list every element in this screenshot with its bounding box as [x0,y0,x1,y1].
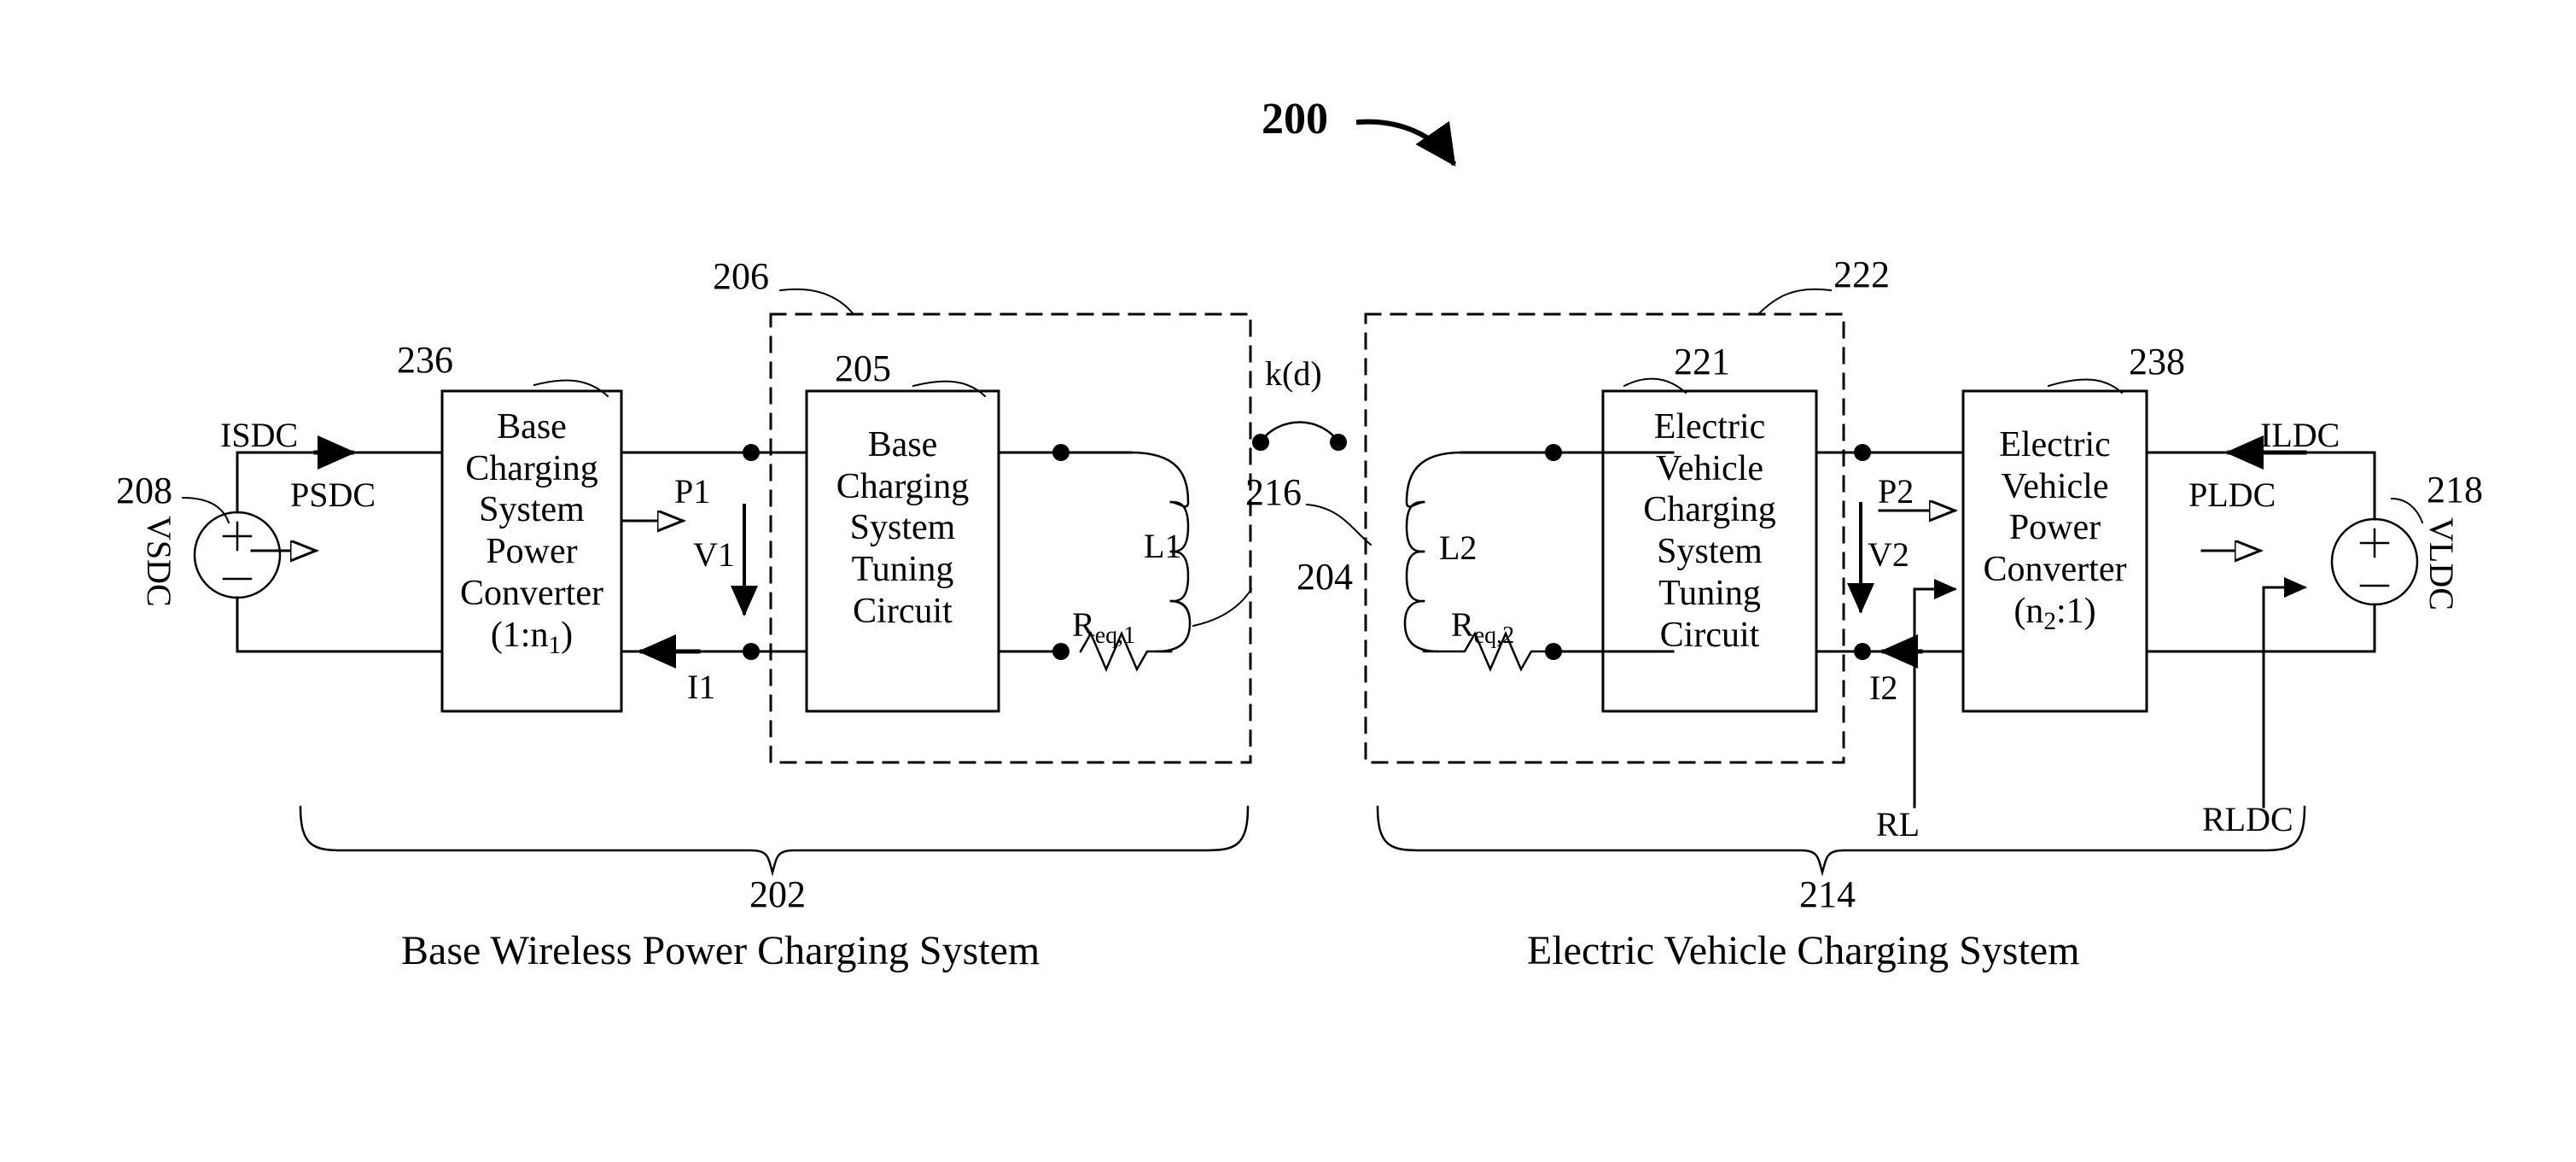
ev-power-converter-label: Electric Vehicle Power Converter (n2:1) [1963,424,2147,636]
ev-system-brace [1376,805,2306,877]
ref-numeral-202: 202 [749,873,806,915]
caption-ev-system: Electric Vehicle Charging System [1527,928,2080,973]
node-dot-evcoil-bottom [1545,643,1562,660]
vldc-plus [2359,528,2390,558]
etc-line-2: Charging [1643,490,1776,530]
ref-numeral-206: 206 [713,255,769,297]
bpc-line-1: Charging [465,448,598,488]
ref-numeral-218: 218 [2427,469,2483,511]
label-ildc: ILDC [2260,416,2340,454]
l1-coil-arc-4 [1156,599,1192,653]
rldc-leader-arrow [2262,577,2307,809]
label-vldc: VLDC [2422,517,2461,610]
label-rldc: RLDC [2202,800,2293,838]
l2-coil-arc-4 [1403,599,1439,653]
epc-line-2: Power [2008,508,2101,548]
label-psdc: PSDC [290,476,376,514]
l2-coil-arc-3 [1405,550,1425,603]
coupling-arc [1259,421,1340,443]
ref-218-leader [2390,497,2424,524]
etc-line-3: System [1657,532,1763,572]
label-rl: RL [1876,805,1920,844]
ref-numeral-204: 204 [1297,556,1353,598]
epc-line-0: Electric [1999,425,2111,464]
etc-line-4: Tuning [1658,573,1761,613]
ref-numeral-216: 216 [1245,471,1302,513]
label-vsdc: VSDC [140,516,178,607]
epc-ratio: (n2:1) [2014,591,2096,636]
figure-pointer-arrow [1355,119,1457,166]
circuit-schematic [181,119,2424,877]
epc-line-1: Vehicle [2001,466,2109,506]
label-pldc: PLDC [2188,476,2276,514]
caption-base-system: Base Wireless Power Charging System [401,928,1040,973]
ref-204-leader [1192,587,1253,628]
ev-tuning-circuit-label: Electric Vehicle Charging System Tuning … [1603,406,1816,656]
ref-numeral-236: 236 [397,339,453,381]
bpc-line-3: Power [486,532,578,572]
bpc-line-4: Converter [460,573,603,613]
btc-line-3: Tuning [851,550,954,590]
ref-numeral-222: 222 [1833,254,1890,295]
ref-numeral-214: 214 [1799,873,1856,915]
ref-206-leader [778,288,855,316]
etc-line-5: Circuit [1659,615,1760,655]
ref-222-leader [1757,288,1833,316]
base-system-brace [299,805,1250,877]
label-req2: Req,2 [1451,605,1515,649]
ref-numeral-238: 238 [2129,341,2185,382]
etc-line-0: Electric [1653,407,1766,447]
ref-numeral-221: 221 [1674,341,1730,382]
ref-numeral-205: 205 [835,347,891,389]
l2-coil-arc-2 [1405,500,1425,553]
l1-coil-arc-1 [1129,451,1190,508]
label-p2: P2 [1878,472,1915,511]
node-dot-p2-top [1854,444,1871,461]
figure-number: 200 [1262,95,1328,143]
ref-numeral-208: 208 [116,470,172,511]
base-power-converter-label: Base Charging System Power Converter (1:… [442,406,621,660]
rl-leader-arrow [1913,579,1957,809]
label-isdc: ISDC [220,416,299,454]
ref-236-leader [533,379,609,398]
btc-line-4: Circuit [853,591,953,631]
ref-205-leader [912,380,987,398]
ref-208-leader [181,496,230,524]
bpc-line-0: Base [497,407,567,447]
bpc-line-2: System [479,490,585,530]
btc-line-0: Base [867,425,938,464]
node-dot-coil-top [1052,444,1069,461]
btc-line-2: System [849,508,956,548]
label-req1: Req,1 [1072,605,1136,649]
label-v2: V2 [1868,535,1909,574]
label-coupling-kd: k(d) [1265,354,1322,393]
etc-line-1: Vehicle [1656,448,1763,488]
l2-coil-arc-1 [1405,451,1463,508]
btc-line-1: Charging [836,466,970,506]
ref-216-leader [1305,503,1373,546]
label-l2: L2 [1439,528,1477,567]
node-dot-p2-bottom [1854,643,1871,660]
label-i1: I1 [687,668,716,706]
vsdc-plus [222,521,253,552]
label-v1: V1 [693,535,735,574]
figure-canvas: 200 236 208 206 205 204 216 222 221 238 … [0,0,2576,1162]
node-dot-evcoil-top [1545,444,1562,461]
label-l1: L1 [1144,527,1182,565]
epc-line-3: Converter [1983,550,2127,590]
coupling-dot-left [1252,434,1269,451]
label-p1: P1 [674,472,711,511]
label-i2: I2 [1869,669,1898,707]
base-tuning-circuit-label: Base Charging System Tuning Circuit [807,424,999,633]
bpc-ratio: (1:n1) [490,615,574,659]
node-dot-coil-bottom [1052,643,1069,660]
coupling-dot-right [1330,434,1347,451]
